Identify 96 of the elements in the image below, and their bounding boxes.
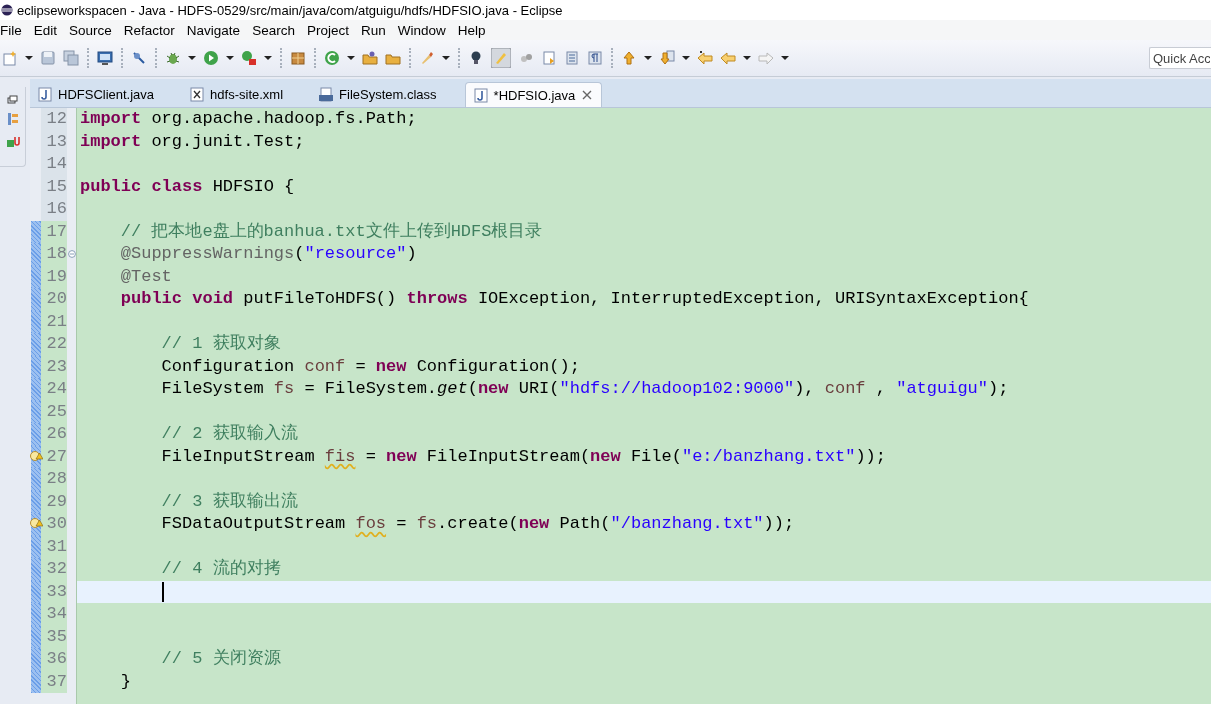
line-number: 17 xyxy=(41,220,67,243)
code-line: // 2 获取输入流 xyxy=(160,423,299,445)
line-number: 14 xyxy=(41,153,67,176)
menu-item[interactable]: Window xyxy=(397,22,458,38)
line-number: 24 xyxy=(41,378,67,401)
quick-access-field[interactable]: Quick Acc xyxy=(1149,47,1211,69)
line-number: 33 xyxy=(41,580,67,603)
line-number: 37 xyxy=(41,670,67,693)
java-file-icon xyxy=(38,87,52,102)
caret-icon[interactable] xyxy=(188,56,196,60)
line-number: 30 xyxy=(41,513,67,536)
code-line: FSDataOutputStream fos = fs.create(new Path("/banzhang.txt")); xyxy=(160,513,796,535)
menu-item[interactable]: Source xyxy=(69,22,124,38)
caret-icon[interactable] xyxy=(347,56,355,60)
menu-item[interactable]: Edit xyxy=(33,22,70,38)
restore-icon[interactable] xyxy=(7,95,18,104)
caret-icon[interactable] xyxy=(644,56,652,60)
caret-icon[interactable] xyxy=(442,56,450,60)
line-number: 31 xyxy=(41,535,67,558)
xml-file-icon xyxy=(190,87,205,102)
folder-icon[interactable] xyxy=(362,50,378,66)
code-line: @SuppressWarnings("resource") xyxy=(119,243,418,265)
class-icon[interactable] xyxy=(324,50,340,66)
bug-icon[interactable] xyxy=(165,50,181,66)
new-file-icon[interactable] xyxy=(2,50,18,66)
caret-icon[interactable] xyxy=(264,56,272,60)
code-line: FileInputStream fis = new FileInputStream(new File("e:/banzhang.txt")); xyxy=(160,445,887,468)
pilcrow-icon[interactable] xyxy=(587,50,603,66)
menu-item[interactable]: Search xyxy=(252,22,307,38)
line-number: 25 xyxy=(41,400,67,423)
text-cursor xyxy=(161,581,164,602)
line-number: 32 xyxy=(41,558,67,581)
line-number: 16 xyxy=(41,198,67,221)
code-line: @Test xyxy=(119,265,173,288)
code-line: public void putFileToHDFS() throws IOException, InterruptedException, URISyntaxException{ xyxy=(119,288,1030,310)
line-number: 28 xyxy=(41,468,67,491)
caret-icon[interactable] xyxy=(226,56,234,60)
menu-item[interactable]: File xyxy=(0,22,34,38)
down-arrow-icon[interactable] xyxy=(659,50,675,66)
menu-item[interactable]: Help xyxy=(457,22,498,38)
line-number: 12 xyxy=(41,108,67,131)
caret-icon[interactable] xyxy=(25,56,33,60)
line-number: 20 xyxy=(41,288,67,311)
menu-item[interactable]: Project xyxy=(306,22,361,38)
line-number: 26 xyxy=(41,423,67,446)
code-line: // 3 获取输出流 xyxy=(160,490,299,513)
editor-tab[interactable]: FileSystem.class xyxy=(311,82,465,107)
back-arrow-icon[interactable] xyxy=(697,50,713,66)
line-number: 15 xyxy=(41,175,67,198)
line-number: 18 xyxy=(41,243,67,266)
menu-item[interactable]: Refactor xyxy=(123,22,187,38)
caret-icon[interactable] xyxy=(781,56,789,60)
save-all-icon[interactable] xyxy=(63,50,79,66)
class-file-icon xyxy=(319,87,334,102)
code-line: public class HDFSIO { xyxy=(80,175,296,198)
code-line: Configuration conf = new Configuration(); xyxy=(160,355,581,378)
line-number: 21 xyxy=(41,310,67,333)
code-line: import org.apache.hadoop.fs.Path; xyxy=(80,108,418,130)
brush-icon[interactable] xyxy=(419,50,435,66)
document-icon[interactable] xyxy=(564,50,580,66)
line-number: 36 xyxy=(41,648,67,671)
up-arrow-icon[interactable] xyxy=(621,50,637,66)
code-line: // 1 获取对象 xyxy=(160,333,282,355)
editor-tab[interactable]: hdfs-site.xml xyxy=(182,82,312,107)
run-icon[interactable] xyxy=(203,50,219,66)
package-icon[interactable] xyxy=(290,50,306,66)
close-icon[interactable] xyxy=(581,89,594,101)
monitor-icon[interactable] xyxy=(97,50,113,66)
code-line: // 把本地e盘上的banhua.txt文件上传到HDFS根目录 xyxy=(119,220,544,243)
menu-item[interactable]: Navigate xyxy=(186,22,253,38)
code-line: import org.junit.Test; xyxy=(80,130,306,153)
hierarchy-icon[interactable] xyxy=(6,112,19,126)
caret-icon[interactable] xyxy=(743,56,751,60)
editor-tab[interactable]: *HDFSIO.java xyxy=(464,82,603,107)
junit-icon[interactable] xyxy=(5,134,20,148)
window-title: eclipseworkspacen - Java - HDFS-0529/src/main/java/com/atguigu/hdfs/HDFSIO.java - Eclipse xyxy=(17,2,563,18)
code-line: // 5 关闭资源 xyxy=(160,648,282,670)
line-number: 13 xyxy=(41,130,67,153)
document-icon[interactable] xyxy=(541,50,557,66)
line-number: 35 xyxy=(41,625,67,648)
line-number: 19 xyxy=(41,265,67,288)
pin-icon[interactable] xyxy=(131,50,147,66)
editor-tab[interactable]: HDFSClient.java xyxy=(30,82,183,107)
code-line: } xyxy=(119,670,132,693)
line-number: 23 xyxy=(41,355,67,378)
fold-collapse-icon[interactable] xyxy=(68,250,76,258)
menu-item[interactable]: Run xyxy=(360,22,398,38)
caret-icon[interactable] xyxy=(682,56,690,60)
back-arrow-icon[interactable] xyxy=(720,50,736,66)
line-number: 29 xyxy=(41,490,67,513)
code-line: FileSystem fs = FileSystem.get(new URI("hdfs://hadoop102:9000"), conf , "atguigu"); xyxy=(160,378,1010,400)
save-icon[interactable] xyxy=(40,50,56,66)
line-number: 22 xyxy=(41,333,67,356)
line-number: 34 xyxy=(41,603,67,626)
java-file-icon xyxy=(473,87,488,103)
code-line: // 4 流的对拷 xyxy=(160,558,282,580)
